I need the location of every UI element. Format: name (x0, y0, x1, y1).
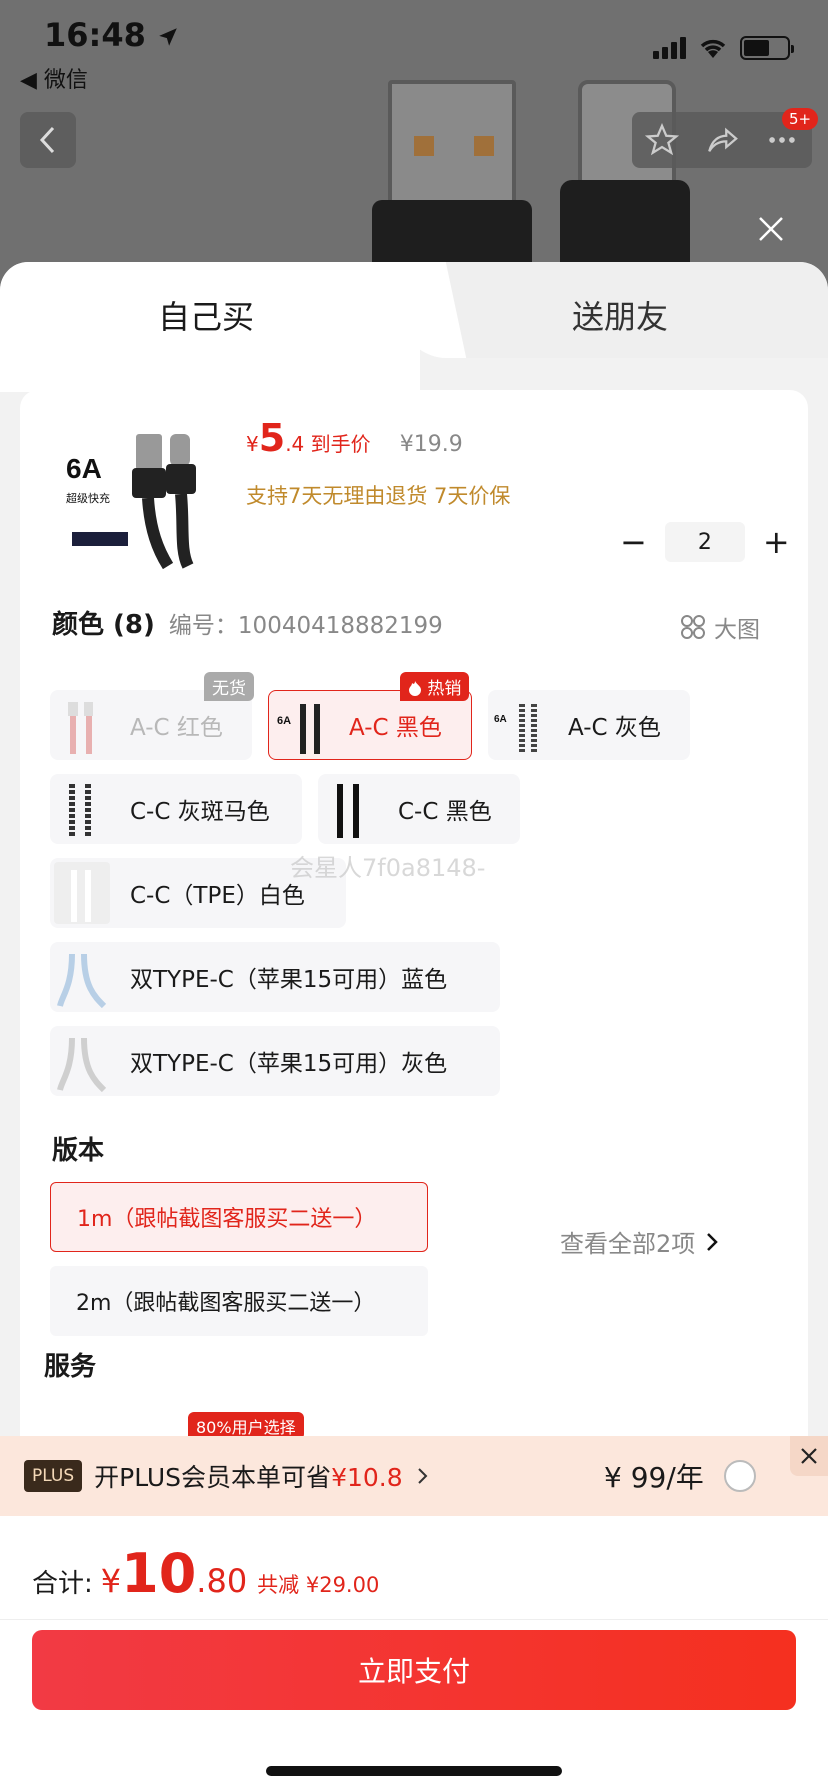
version-option-2m[interactable]: 2m（跟帖截图客服买二送一） (50, 1266, 428, 1336)
total-amount-dec: .80 (196, 1562, 248, 1600)
service-view-all[interactable]: 查看全部2项 (560, 1224, 719, 1259)
color-option-cc-black[interactable]: C-C 黑色 (318, 774, 520, 844)
status-time: 16:48 (44, 16, 179, 54)
location-arrow-icon (159, 28, 177, 46)
color-option-typec-gray[interactable]: 双TYPE-C（苹果15可用）灰色 (50, 1026, 500, 1096)
signal-icon (653, 37, 686, 59)
version-option-1m[interactable]: 1m（跟帖截图客服买二送一） (50, 1182, 428, 1252)
home-indicator[interactable] (266, 1766, 562, 1776)
share-icon[interactable] (705, 123, 739, 157)
service-section-title: 服务 (44, 1352, 97, 1382)
svg-text:超级快充: 超级快充 (66, 491, 110, 505)
plus-membership-bar[interactable]: PLUS 开PLUS会员本单可省¥10.8 ¥ 99/年 (0, 1436, 828, 1516)
version-section-title: 版本 (52, 1136, 105, 1166)
final-price: ¥5.4 到手价 (246, 416, 371, 460)
product-code: 编号：10040418882199 (168, 613, 443, 639)
color-swatch: 6A (492, 694, 548, 756)
chevron-left-icon (39, 126, 55, 154)
watermark: 会星人7f0a8148- (290, 854, 486, 882)
plus-price: ¥ 99/年 (604, 1461, 704, 1494)
plus-close-button[interactable] (790, 1436, 828, 1476)
service-promise: 支持7天无理由退货 7天价保 (246, 484, 511, 508)
svg-text:6A: 6A (277, 715, 291, 727)
wifi-icon (700, 39, 726, 58)
usb-a-connector (388, 80, 516, 210)
tab-gift-label[interactable]: 送朋友 (572, 292, 668, 338)
cable-thumbnail-image: 6A 超级快充 (66, 434, 196, 570)
color-swatch (322, 778, 378, 840)
svg-text:6A: 6A (494, 714, 507, 725)
total-currency: ¥ (100, 1562, 122, 1600)
color-swatch (54, 946, 110, 1008)
close-icon[interactable] (756, 214, 786, 244)
plus-radio[interactable] (724, 1460, 756, 1492)
color-swatch (54, 778, 110, 840)
price-area: ¥5.4 到手价 ¥19.9 支持7天无理由退货 7天价保 (246, 416, 510, 510)
battery-icon (740, 36, 794, 60)
big-picture-toggle[interactable]: 大图 (680, 610, 760, 644)
pay-area: 立即支付 (0, 1620, 828, 1792)
quantity-field[interactable]: 2 (664, 522, 745, 562)
color-option-typec-blue[interactable]: 双TYPE-C（苹果15可用）蓝色 (50, 942, 500, 1012)
quantity-stepper: − 2 + (620, 522, 790, 562)
flame-icon (409, 681, 421, 696)
color-section-title: 颜色 (8) 编号：10040418882199 (52, 610, 443, 640)
pay-now-button[interactable]: 立即支付 (32, 1630, 796, 1710)
product-thumbnail[interactable]: 6A 超级快充 (58, 420, 238, 570)
hot-sale-tag: 热销 (400, 672, 470, 701)
original-price: ¥19.9 (399, 432, 463, 457)
plus-button[interactable]: + (763, 523, 790, 561)
total-savings: 共减 ¥29.00 (257, 1573, 380, 1597)
message-badge: 5+ (782, 108, 819, 130)
grid-icon (681, 615, 705, 639)
star-icon[interactable] (645, 123, 679, 157)
color-swatch: 6A (273, 694, 329, 756)
color-swatch (54, 862, 110, 924)
wechat-back-link[interactable]: ◀ 微信 (20, 62, 88, 94)
total-bar: 合计: ¥ 10 .80 共减 ¥29.00 (0, 1516, 828, 1620)
back-button[interactable] (20, 112, 76, 168)
plus-offer-text: 开PLUS会员本单可省¥10.8 (94, 1463, 403, 1492)
color-option-cc-zebra[interactable]: C-C 灰斑马色 (50, 774, 302, 844)
status-icons (653, 36, 794, 60)
total-label: 合计: (32, 1569, 93, 1599)
minus-button[interactable]: − (620, 523, 647, 561)
chevron-right-icon (417, 1468, 428, 1484)
total-amount-int: 10 (121, 1542, 197, 1605)
chevron-right-icon (707, 1232, 719, 1251)
svg-text:6A: 6A (66, 453, 102, 484)
color-swatch (54, 694, 110, 756)
color-option-ac-gray[interactable]: 6A A-C 灰色 (488, 690, 690, 760)
close-icon (801, 1448, 817, 1464)
plus-badge: PLUS (24, 1460, 83, 1492)
out-of-stock-tag: 无货 (204, 672, 254, 701)
color-swatch (54, 1030, 110, 1092)
tab-buy-self-label[interactable]: 自己买 (158, 292, 254, 338)
